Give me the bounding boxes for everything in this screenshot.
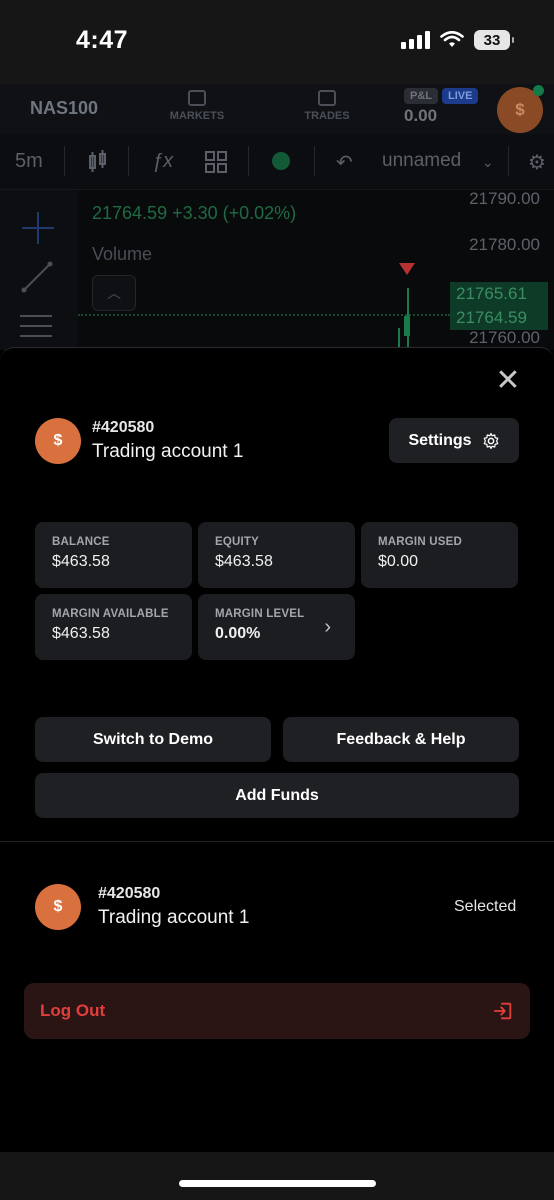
chart-quote: 21764.59 +3.30 (+0.02%)	[92, 203, 297, 223]
logout-icon	[493, 1002, 512, 1020]
candlestick-icon[interactable]	[88, 150, 108, 180]
signal-icon	[401, 31, 430, 49]
chevron-down-icon[interactable]: ⌄	[482, 154, 494, 171]
trendline-icon[interactable]	[20, 260, 54, 294]
add-funds-button[interactable]: Add Funds	[35, 773, 519, 818]
stat-label: MARGIN USED	[378, 536, 462, 548]
account-avatar: $	[35, 884, 81, 930]
undo-icon[interactable]: ↶	[336, 150, 353, 175]
bottom-bar	[0, 1152, 554, 1200]
account-avatar: $	[35, 418, 81, 464]
account-name: Trading account 1	[92, 441, 244, 462]
logout-button[interactable]: Log Out	[24, 983, 530, 1039]
online-status-dot	[533, 85, 544, 96]
gear-icon	[483, 432, 498, 449]
price-line	[78, 314, 450, 316]
price-tick: 21790.00	[469, 189, 540, 208]
stat-label: BALANCE	[52, 536, 110, 548]
timeframe-selector[interactable]: 5m	[15, 150, 43, 173]
pl-indicator[interactable]: P&L LIVE 0.00	[404, 86, 479, 125]
logout-label: Log Out	[40, 1001, 106, 1020]
feedback-help-button[interactable]: Feedback & Help	[283, 717, 519, 762]
trades-icon	[318, 90, 336, 106]
stat-label: MARGIN LEVEL	[215, 608, 305, 620]
stat-label: MARGIN AVAILABLE	[52, 608, 169, 620]
layout-grid-icon[interactable]	[204, 150, 228, 180]
close-button[interactable]: ✕	[494, 364, 522, 397]
status-time: 4:47	[76, 26, 129, 54]
fib-icon[interactable]	[18, 312, 54, 342]
account-name: Trading account 1	[98, 907, 250, 928]
collapse-volume-button[interactable]: ︿	[92, 275, 136, 311]
selected-status: Selected	[454, 898, 517, 915]
gear-icon[interactable]: ⚙	[528, 150, 546, 175]
status-icons: 33	[401, 30, 514, 50]
switch-to-demo-button[interactable]: Switch to Demo	[35, 717, 271, 762]
nav-trades-label: TRADES	[304, 110, 350, 122]
pl-value: 0.00	[404, 106, 438, 125]
stat-value: 0.00%	[215, 625, 261, 642]
indicators-icon[interactable]: ƒx	[152, 150, 173, 173]
settings-label: Settings	[408, 431, 472, 449]
divider	[0, 841, 554, 842]
close-icon: ✕	[495, 364, 521, 397]
nav-markets-label: MARKETS	[169, 110, 225, 122]
stat-label: EQUITY	[215, 536, 260, 548]
bid-price-tag: 21764.59	[450, 306, 548, 330]
battery-icon: 33	[474, 30, 514, 50]
chart-toolbar: 5m ƒx ↶ unnamed ⌄ ⚙	[0, 134, 554, 190]
stat-value: $463.58	[215, 553, 273, 570]
drawing-tools-panel	[0, 190, 78, 350]
account-number: #420580	[98, 885, 161, 902]
status-dot-icon[interactable]	[272, 152, 290, 170]
stat-value: $0.00	[378, 553, 419, 570]
settings-button[interactable]: Settings	[389, 418, 519, 463]
sell-marker-icon	[399, 263, 415, 275]
price-tick: 21780.00	[469, 235, 540, 254]
live-badge: LIVE	[442, 88, 479, 104]
stat-balance: BALANCE $463.58	[35, 522, 192, 588]
status-bar: 4:47 33	[0, 0, 554, 84]
nav-markets[interactable]: MARKETS	[152, 90, 242, 122]
stat-value: $463.58	[52, 553, 110, 570]
home-indicator[interactable]	[179, 1180, 376, 1187]
price-tick: 21760.00	[469, 328, 540, 347]
account-number: #420580	[92, 419, 155, 436]
pl-label: P&L	[404, 88, 438, 104]
stat-margin-used: MARGIN USED $0.00	[361, 522, 518, 588]
chevron-right-icon: ›	[324, 616, 331, 638]
wifi-icon	[440, 31, 464, 47]
stat-equity: EQUITY $463.58	[198, 522, 355, 588]
symbol-label[interactable]: NAS100	[30, 98, 98, 119]
crosshair-icon[interactable]	[20, 210, 56, 246]
candle-mark	[398, 288, 410, 348]
stat-margin-level[interactable]: MARGIN LEVEL 0.00% ›	[198, 594, 355, 660]
layout-name[interactable]: unnamed	[382, 150, 461, 172]
stat-margin-available: MARGIN AVAILABLE $463.58	[35, 594, 192, 660]
volume-label: Volume	[92, 244, 153, 264]
ask-price-tag: 21765.61	[450, 282, 548, 306]
nav-trades[interactable]: TRADES	[282, 90, 372, 122]
markets-icon	[188, 90, 206, 106]
stat-value: $463.58	[52, 625, 110, 642]
chevron-up-icon: ︿	[107, 285, 121, 301]
